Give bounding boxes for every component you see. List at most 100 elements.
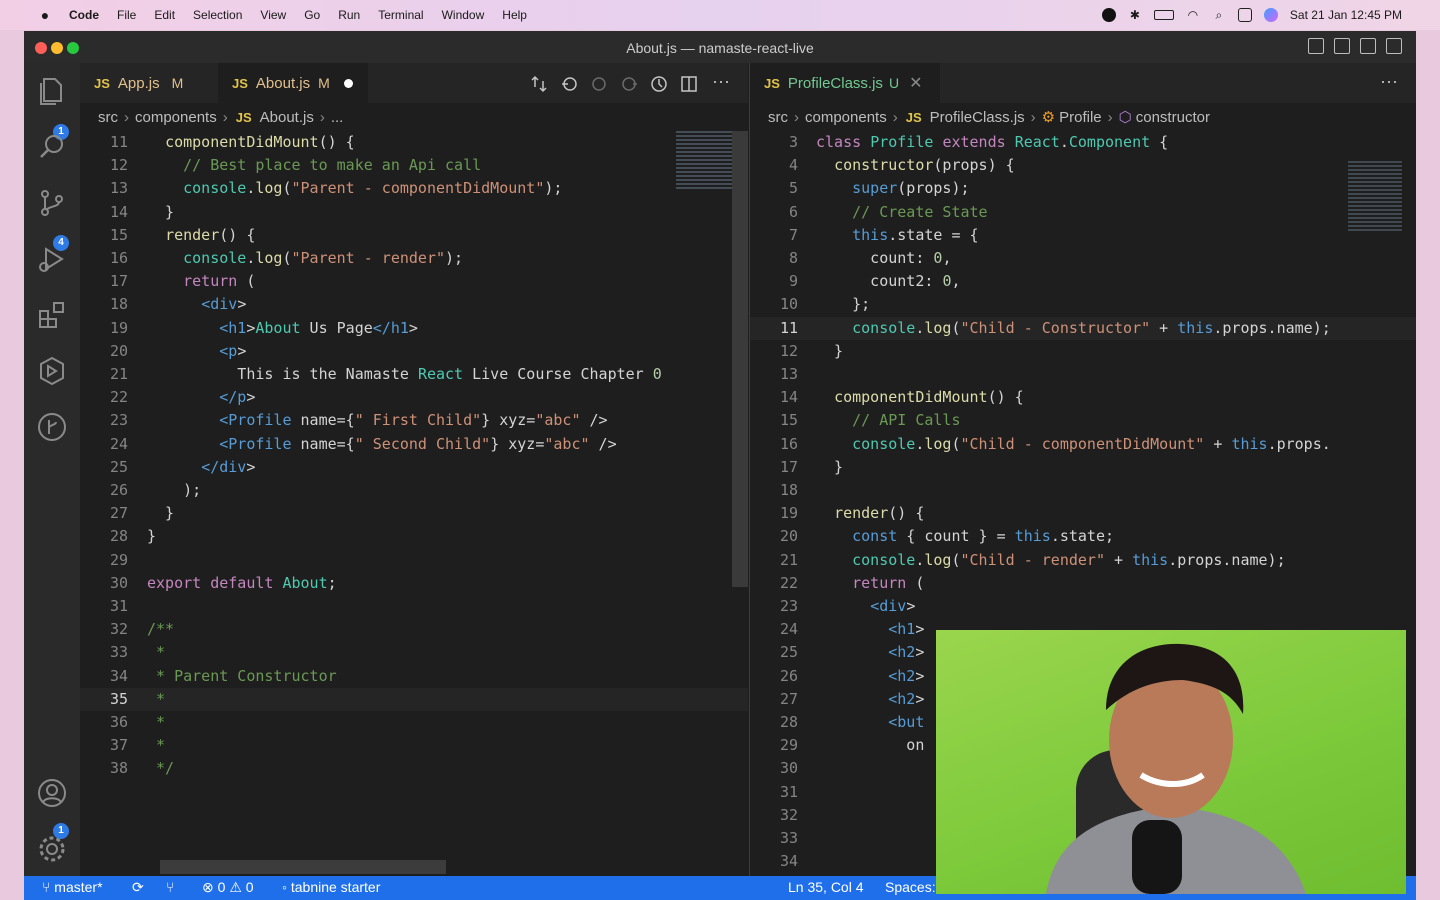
gitlens-status-icon[interactable]: ⑂ <box>166 879 174 895</box>
gitlens-icon[interactable] <box>36 411 68 443</box>
code-line[interactable]: 12 } <box>750 340 1416 363</box>
code-line[interactable]: 18 <div> <box>80 293 748 316</box>
code-line[interactable]: 24 <Profile name={" Second Child"} xyz="… <box>80 433 748 456</box>
menu-file[interactable]: File <box>108 8 145 22</box>
minimap[interactable] <box>1348 161 1402 231</box>
open-changes-icon[interactable] <box>560 75 578 93</box>
breadcrumb-item[interactable]: components <box>135 109 217 126</box>
code-line[interactable]: 21 console.log("Child - render" + this.p… <box>750 549 1416 572</box>
git-branch[interactable]: ⑂ master* <box>42 879 103 895</box>
tab-about-js[interactable]: JS About.js M <box>218 63 368 103</box>
code-line[interactable]: 33 * <box>80 641 748 664</box>
code-line[interactable]: 22 </p> <box>80 386 748 409</box>
code-line[interactable]: 14 componentDidMount() { <box>750 386 1416 409</box>
close-tab-icon[interactable]: ✕ <box>909 73 922 93</box>
code-line[interactable]: 26 ); <box>80 479 748 502</box>
code-line[interactable]: 38 */ <box>80 757 748 780</box>
menu-go[interactable]: Go <box>295 8 329 22</box>
siri-icon[interactable] <box>1263 8 1278 22</box>
breadcrumb-item[interactable]: components <box>805 109 887 126</box>
code-line[interactable]: 35 * <box>80 688 748 711</box>
sync-icon[interactable]: ⟳ <box>132 879 144 896</box>
remote-explorer-icon[interactable] <box>36 355 68 387</box>
code-line[interactable]: 23 <div> <box>750 595 1416 618</box>
menubar-clock[interactable]: Sat 21 Jan 12:45 PM <box>1290 8 1402 22</box>
code-line[interactable]: 17 } <box>750 456 1416 479</box>
code-line[interactable]: 21 This is the Namaste React Live Course… <box>80 363 748 386</box>
menu-view[interactable]: View <box>251 8 295 22</box>
accounts-icon[interactable] <box>36 777 68 809</box>
next-change-icon[interactable] <box>620 75 638 93</box>
problems-indicator[interactable]: ⊗ 0 ⚠ 0 <box>202 879 254 896</box>
code-line[interactable]: 20 const { count } = this.state; <box>750 525 1416 548</box>
spotlight-search-icon[interactable]: ⌕ <box>1212 8 1226 22</box>
code-line[interactable]: 34 * Parent Constructor <box>80 665 748 688</box>
unsaved-dot-icon[interactable] <box>343 78 353 88</box>
code-line[interactable]: 5 super(props); <box>750 177 1416 200</box>
code-line[interactable]: 10 }; <box>750 293 1416 316</box>
code-line[interactable]: 15 render() { <box>80 224 748 247</box>
code-line[interactable]: 18 <box>750 479 1416 502</box>
more-actions-icon[interactable]: ··· <box>712 71 730 92</box>
run-debug-icon[interactable] <box>36 243 68 275</box>
code-line[interactable]: 16 console.log("Child - componentDidMoun… <box>750 433 1416 456</box>
menu-app[interactable]: Code <box>60 8 108 22</box>
code-line[interactable]: 16 console.log("Parent - render"); <box>80 247 748 270</box>
code-line[interactable]: 15 // API Calls <box>750 409 1416 432</box>
menu-help[interactable]: Help <box>493 8 536 22</box>
menu-window[interactable]: Window <box>433 8 494 22</box>
timeline-icon[interactable] <box>650 75 668 93</box>
breadcrumb-item[interactable]: ProfileClass.js <box>930 109 1025 126</box>
search-icon[interactable] <box>36 131 68 163</box>
customize-layout-icon[interactable] <box>1386 38 1402 54</box>
code-line[interactable]: 19 <h1>About Us Page</h1> <box>80 317 748 340</box>
previous-change-icon[interactable] <box>590 75 608 93</box>
apple-icon[interactable]: ● <box>30 7 60 23</box>
code-line[interactable]: 27 } <box>80 502 748 525</box>
breadcrumb-item[interactable]: ... <box>331 109 344 126</box>
menu-selection[interactable]: Selection <box>184 8 251 22</box>
code-line[interactable]: 11 console.log("Child - Constructor" + t… <box>750 317 1416 340</box>
breadcrumb-item[interactable]: src <box>98 109 118 126</box>
code-line[interactable]: 23 <Profile name={" First Child"} xyz="a… <box>80 409 748 432</box>
code-line[interactable]: 7 this.state = { <box>750 224 1416 247</box>
breadcrumb-item[interactable]: Profile <box>1059 109 1102 126</box>
code-line[interactable]: 4 constructor(props) { <box>750 154 1416 177</box>
control-center-icon[interactable] <box>1237 8 1252 22</box>
code-line[interactable]: 14 } <box>80 201 748 224</box>
split-editor-icon[interactable] <box>680 75 698 93</box>
bluetooth-icon[interactable]: ✱ <box>1128 8 1142 22</box>
code-line[interactable]: 20 <p> <box>80 340 748 363</box>
toggle-panel-icon[interactable] <box>1334 38 1350 54</box>
code-line[interactable]: 12 // Best place to make an Api call <box>80 154 748 177</box>
code-line[interactable]: 19 render() { <box>750 502 1416 525</box>
code-line[interactable]: 37 * <box>80 734 748 757</box>
code-line[interactable]: 13 console.log("Parent - componentDidMou… <box>80 177 748 200</box>
explorer-icon[interactable] <box>36 75 68 107</box>
wifi-icon[interactable]: ◠ <box>1186 8 1200 22</box>
breadcrumb-item[interactable]: constructor <box>1136 109 1210 126</box>
code-line[interactable]: 36 * <box>80 711 748 734</box>
code-line[interactable]: 13 <box>750 363 1416 386</box>
code-line[interactable]: 17 return ( <box>80 270 748 293</box>
vertical-scrollbar[interactable] <box>732 131 748 587</box>
tab-app-js[interactable]: JS App.js M <box>80 63 212 103</box>
tab-profileclass-js[interactable]: JS ProfileClass.js U ✕ <box>750 63 940 103</box>
breadcrumb-item[interactable]: About.js <box>260 109 314 126</box>
battery-icon[interactable] <box>1153 10 1174 20</box>
code-line[interactable]: 6 // Create State <box>750 201 1416 224</box>
code-line[interactable]: 25 </div> <box>80 456 748 479</box>
code-line[interactable]: 11 componentDidMount() { <box>80 131 748 154</box>
settings-gear-icon[interactable] <box>36 833 68 865</box>
compare-changes-icon[interactable] <box>530 75 548 93</box>
left-code-editor[interactable]: 11 componentDidMount() {12 // Best place… <box>80 131 748 876</box>
horizontal-scrollbar[interactable] <box>160 860 446 874</box>
breadcrumb-item[interactable]: src <box>768 109 788 126</box>
code-line[interactable]: 30 export default About; <box>80 572 748 595</box>
toggle-secondary-sidebar-icon[interactable] <box>1360 38 1376 54</box>
extensions-icon[interactable] <box>36 299 68 331</box>
source-control-icon[interactable] <box>36 187 68 219</box>
code-line[interactable]: 28} <box>80 525 748 548</box>
indentation[interactable]: Spaces: <box>885 879 936 895</box>
cursor-position[interactable]: Ln 35, Col 4 <box>788 879 864 895</box>
